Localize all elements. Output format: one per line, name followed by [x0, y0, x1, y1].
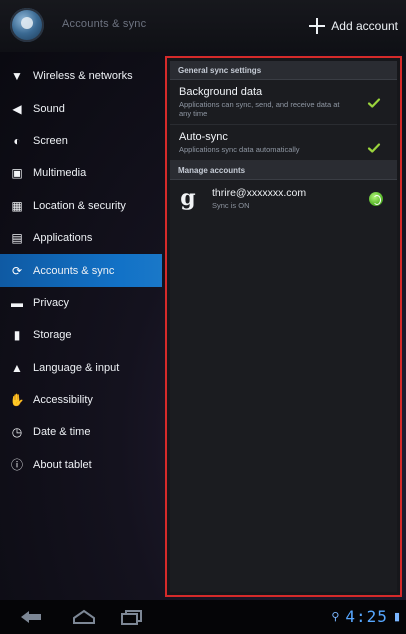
account-sync-status: Sync is ON — [212, 200, 250, 210]
sidebar-item-location-security[interactable]: ▦ Location & security — [0, 190, 162, 222]
add-account-button[interactable]: Add account — [309, 12, 398, 40]
brightness-icon: ◐ — [13, 133, 21, 148]
action-bar: Accounts & sync Add account — [0, 0, 406, 52]
sidebar-item-label: Sound — [33, 102, 65, 115]
sidebar-item-storage[interactable]: ▮ Storage — [0, 319, 162, 351]
sidebar-item-about-tablet[interactable]: ⓘ About tablet — [0, 449, 162, 481]
auto-sync-summary: Applications sync data automatically — [179, 145, 300, 154]
settings-app: Accounts & sync Add account ▼ Wireless &… — [0, 0, 406, 634]
sidebar-item-wireless-networks[interactable]: ▼ Wireless & networks — [0, 60, 162, 92]
film-icon: ▣ — [11, 166, 23, 181]
auto-sync-title: Auto-sync — [179, 131, 228, 143]
manage-accounts-header: Manage accounts — [170, 161, 397, 180]
checkmark-icon[interactable] — [367, 141, 381, 155]
info-icon: ⓘ — [10, 457, 23, 472]
sidebar-item-label: Applications — [33, 232, 93, 245]
background-data-summary: Applications can sync, send, and receive… — [179, 100, 340, 118]
panel-content: General sync settings Background data Ap… — [170, 61, 397, 592]
sidebar-item-label: About tablet — [33, 458, 92, 471]
sidebar-item-label: Location & security — [33, 199, 126, 212]
background-data-setting[interactable]: Background data Applications can sync, s… — [170, 80, 397, 125]
sidebar-item-date-time[interactable]: ◷ Date & time — [0, 416, 162, 448]
plus-icon — [309, 18, 326, 34]
checkmark-icon[interactable] — [367, 96, 381, 110]
sidebar-item-label: Storage — [33, 329, 72, 342]
sidebar-item-multimedia[interactable]: ▣ Multimedia — [0, 157, 162, 189]
privacy-icon: ▬ — [11, 295, 23, 310]
clock-icon: ◷ — [11, 425, 23, 440]
sync-status-icon — [369, 192, 383, 206]
clock: 4:25 — [345, 607, 388, 626]
settings-app-icon[interactable] — [10, 8, 44, 42]
speaker-icon: ◀ — [12, 101, 22, 116]
sidebar-item-label: Date & time — [33, 426, 91, 439]
sidebar-item-label: Multimedia — [33, 167, 87, 180]
recent-apps-icon[interactable] — [118, 608, 146, 626]
sidebar-item-language-input[interactable]: ▲ Language & input — [0, 352, 162, 384]
accounts-sync-panel: General sync settings Background data Ap… — [165, 56, 402, 597]
usb-icon: ⚲ — [331, 611, 340, 623]
sidebar-item-label: Accounts & sync — [33, 264, 115, 277]
sidebar-item-label: Language & input — [33, 361, 120, 374]
general-sync-header: General sync settings — [170, 61, 397, 80]
wifi-icon: ▼ — [11, 69, 23, 84]
battery-icon: ▮ — [393, 611, 400, 623]
language-icon: ▲ — [11, 360, 23, 375]
sidebar-item-screen[interactable]: ◐ Screen — [0, 125, 162, 157]
auto-sync-setting[interactable]: Auto-sync Applications sync data automat… — [170, 125, 397, 161]
storage-icon: ▮ — [13, 328, 21, 343]
system-navigation-bar: ⚲ 4:25 ▮ — [0, 600, 406, 634]
add-account-label: Add account — [331, 19, 398, 33]
background-data-title: Background data — [179, 86, 263, 98]
back-icon[interactable] — [18, 608, 46, 626]
sidebar-item-privacy[interactable]: ▬ Privacy — [0, 287, 162, 319]
apps-icon: ▤ — [11, 231, 23, 246]
grid-icon: ▦ — [11, 198, 23, 213]
sidebar-item-accounts-sync[interactable]: ⟳ Accounts & sync — [0, 254, 162, 287]
sidebar-item-label: Wireless & networks — [33, 70, 133, 83]
account-email: thrire@xxxxxxx.com — [212, 186, 307, 199]
sidebar-item-applications[interactable]: ▤ Applications — [0, 222, 162, 254]
sidebar-item-label: Screen — [33, 134, 68, 147]
account-text: thrire@xxxxxxx.com Sync is ON — [212, 187, 306, 210]
sync-icon: ⟳ — [11, 263, 23, 278]
status-area: ⚲ 4:25 ▮ — [331, 607, 400, 626]
sidebar-item-sound[interactable]: ◀ Sound — [0, 92, 162, 124]
account-item[interactable]: g thrire@xxxxxxx.com Sync is ON — [170, 180, 397, 216]
sidebar-item-label: Accessibility — [33, 394, 93, 407]
sidebar-item-label: Privacy — [33, 296, 70, 309]
settings-sidebar: ▼ Wireless & networks ◀ Sound ◐ Screen ▣… — [0, 60, 162, 481]
home-icon[interactable] — [70, 608, 98, 626]
accessibility-icon: ✋ — [9, 393, 25, 408]
sidebar-item-accessibility[interactable]: ✋ Accessibility — [0, 384, 162, 416]
google-icon: g — [180, 185, 196, 211]
page-title: Accounts & sync — [62, 18, 147, 30]
